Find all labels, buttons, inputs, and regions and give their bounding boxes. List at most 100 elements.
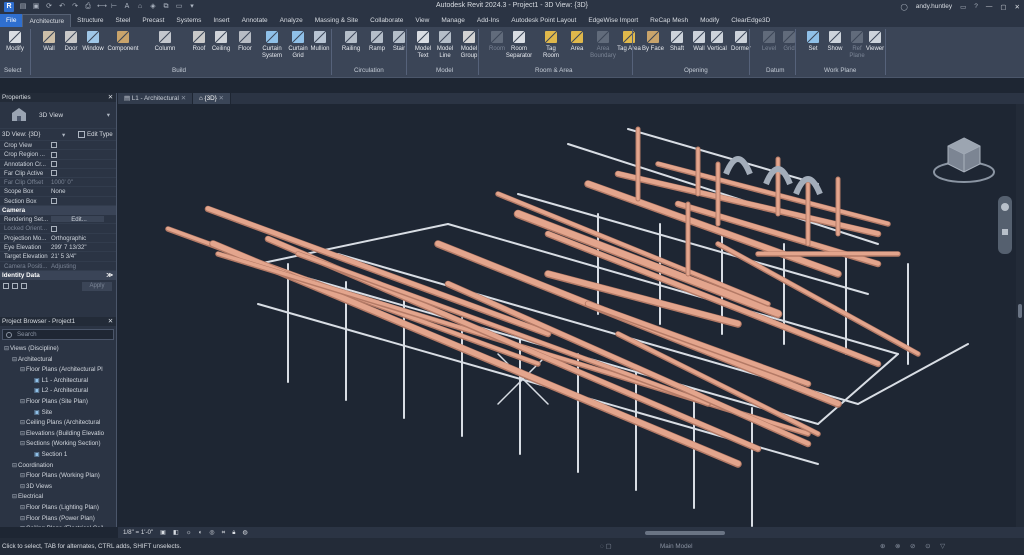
browser-node[interactable]: ⊟Floor Plans (Working Plan) bbox=[0, 471, 116, 482]
close-hidden-icon[interactable]: ⧉ bbox=[162, 3, 170, 11]
browser-node[interactable]: ▣ Section 1 bbox=[0, 450, 116, 461]
pipe-rack-model[interactable] bbox=[118, 104, 1016, 527]
instance-selector[interactable]: 3D View: {3D} bbox=[2, 131, 40, 138]
area-button[interactable]: Area bbox=[564, 28, 590, 53]
by-face-button[interactable]: By Face bbox=[640, 28, 666, 53]
property-value[interactable] bbox=[48, 224, 116, 232]
revit-logo-icon[interactable]: R bbox=[4, 1, 14, 12]
close-tab-icon[interactable]: ✕ bbox=[217, 95, 224, 102]
property-row[interactable]: Crop View bbox=[0, 141, 116, 151]
lock-view-icon[interactable]: 🔒︎ bbox=[232, 529, 235, 537]
help-icon[interactable]: ? bbox=[974, 3, 978, 10]
sun-path-icon[interactable]: ☼ bbox=[186, 529, 192, 536]
property-row[interactable]: Far Clip Offset 1000' 0" bbox=[0, 178, 116, 188]
property-row[interactable]: Camera Positi... Adjusting bbox=[0, 262, 116, 271]
filter-icon[interactable] bbox=[12, 283, 18, 290]
open-icon[interactable]: ▤ bbox=[19, 3, 27, 11]
visual-style-icon[interactable]: ◧ bbox=[173, 529, 179, 536]
apply-button[interactable]: Apply bbox=[82, 281, 112, 291]
mullion-button[interactable]: Mullion bbox=[307, 28, 333, 53]
dormer-button[interactable]: Dormer bbox=[728, 28, 754, 53]
ribbon-tab[interactable]: Steel bbox=[110, 14, 137, 27]
browser-search-input[interactable]: Search bbox=[2, 329, 114, 340]
property-row[interactable]: Eye Elevation 299' 7 13/32" bbox=[0, 243, 116, 253]
property-row[interactable]: Rendering Set... Edit... bbox=[0, 215, 116, 225]
room-separator-button[interactable]: Room Separator bbox=[506, 28, 532, 60]
floor-button[interactable]: Floor bbox=[232, 28, 258, 53]
selector-dropdown-icon[interactable]: ▾ bbox=[62, 131, 65, 139]
browser-node[interactable]: ⊟Architectural bbox=[0, 355, 116, 366]
undo-icon[interactable]: ↶ bbox=[58, 3, 66, 11]
ribbon-tab[interactable]: File bbox=[0, 14, 23, 27]
ribbon-tab[interactable]: Collaborate bbox=[364, 14, 409, 27]
switch-windows-icon[interactable]: ▭ bbox=[175, 3, 183, 11]
property-value[interactable]: 299' 7 13/32" bbox=[48, 243, 116, 251]
scroll-thumb[interactable] bbox=[1018, 304, 1022, 318]
browser-node[interactable]: ⊟Ceiling Plans (Electrical Ceil bbox=[0, 524, 116, 527]
close-browser-icon[interactable]: ✕ bbox=[108, 317, 113, 326]
3d-view-canvas[interactable] bbox=[118, 104, 1016, 527]
ribbon-tab[interactable]: EdgeWise Import bbox=[582, 14, 644, 27]
property-value[interactable] bbox=[48, 160, 116, 168]
property-value[interactable]: Adjusting bbox=[48, 262, 116, 270]
print-icon[interactable]: ⎙ bbox=[84, 3, 92, 11]
checkbox[interactable] bbox=[51, 151, 57, 158]
zoom-icon[interactable] bbox=[1002, 229, 1008, 235]
browser-node[interactable]: ⊟Ceiling Plans (Architectural bbox=[0, 418, 116, 429]
selection-toggles-icon[interactable]: ⊕ ⊗ ⊘ ⊙ ▽ bbox=[880, 543, 949, 550]
steel-beam[interactable] bbox=[627, 128, 819, 185]
property-row[interactable]: Locked Orient... bbox=[0, 224, 116, 234]
worksets-icon[interactable]: ◌ ▢ bbox=[600, 543, 611, 550]
property-row[interactable]: Far Clip Active bbox=[0, 169, 116, 179]
main-model-selector[interactable]: Main Model bbox=[660, 543, 693, 550]
browser-node[interactable]: ▣ L2 - Architectural bbox=[0, 386, 116, 397]
pipe-elbow[interactable] bbox=[723, 156, 753, 176]
window-button[interactable]: Window bbox=[80, 28, 106, 53]
ribbon-tab[interactable]: View bbox=[409, 14, 435, 27]
property-row[interactable]: Scope Box None bbox=[0, 187, 116, 197]
ribbon-tab[interactable]: Architecture bbox=[22, 14, 72, 27]
browser-node[interactable]: ⊟Electrical bbox=[0, 492, 116, 503]
stair-button[interactable]: Stair bbox=[386, 28, 412, 53]
edit-type-icon[interactable] bbox=[78, 131, 85, 138]
ribbon-tab[interactable]: Massing & Site bbox=[309, 14, 364, 27]
tag-area-button[interactable]: Tag Area bbox=[616, 28, 642, 53]
close-tab-icon[interactable]: ✕ bbox=[179, 95, 186, 102]
property-value[interactable]: Edit... bbox=[51, 216, 104, 223]
help-properties-icon[interactable] bbox=[21, 283, 27, 290]
ribbon-tab[interactable]: Manage bbox=[435, 14, 471, 27]
save-icon[interactable]: ▣ bbox=[32, 3, 40, 11]
checkbox[interactable] bbox=[51, 170, 57, 177]
checkbox[interactable] bbox=[51, 142, 57, 149]
navigation-bar[interactable] bbox=[998, 196, 1012, 254]
close-properties-icon[interactable]: ✕ bbox=[108, 93, 113, 102]
sync-icon[interactable]: ⟳ bbox=[45, 3, 53, 11]
full-wheel-icon[interactable] bbox=[1001, 203, 1009, 211]
horizontal-scroll-thumb[interactable] bbox=[644, 530, 725, 535]
view-scale[interactable]: 1/8" = 1'-0" bbox=[123, 529, 153, 536]
browser-node[interactable]: ⊟3D Views bbox=[0, 482, 116, 493]
crop-icon[interactable]: ⌗ bbox=[222, 529, 225, 537]
user-name[interactable]: andy.huntley bbox=[916, 3, 952, 10]
minimize-icon[interactable]: — bbox=[986, 3, 993, 10]
type-dropdown-icon[interactable]: ▾ bbox=[107, 111, 110, 119]
identity-data-group[interactable]: Identity Data ≫ bbox=[0, 270, 116, 280]
close-icon[interactable]: ✕ bbox=[1015, 3, 1020, 11]
shadows-icon[interactable]: ◐ bbox=[199, 529, 203, 536]
property-value[interactable]: 21' 5 3/4" bbox=[48, 252, 116, 260]
sort-icon[interactable] bbox=[3, 283, 9, 290]
property-row[interactable]: Section Box bbox=[0, 197, 116, 207]
ribbon-tab[interactable]: Autodesk Point Layout bbox=[505, 14, 582, 27]
property-row[interactable]: Crop Region ... bbox=[0, 150, 116, 160]
property-value[interactable]: 1000' 0" bbox=[48, 178, 116, 186]
property-value[interactable]: Orthographic bbox=[48, 234, 116, 242]
browser-node[interactable]: ⊟Views (Discipline) bbox=[0, 344, 116, 355]
edit-type-button[interactable]: Edit Type bbox=[87, 131, 113, 138]
browser-node[interactable]: ⊟Floor Plans (Architectural Pl bbox=[0, 365, 116, 376]
browser-node[interactable]: ⊟Elevations (Building Elevatio bbox=[0, 429, 116, 440]
railing-button[interactable]: Railing bbox=[338, 28, 364, 53]
browser-node[interactable]: ⊟Floor Plans (Lighting Plan) bbox=[0, 503, 116, 514]
text-icon[interactable]: A bbox=[123, 3, 131, 11]
section-icon[interactable]: ◈ bbox=[149, 3, 157, 11]
dimension-icon[interactable]: ⊢ bbox=[110, 3, 118, 11]
